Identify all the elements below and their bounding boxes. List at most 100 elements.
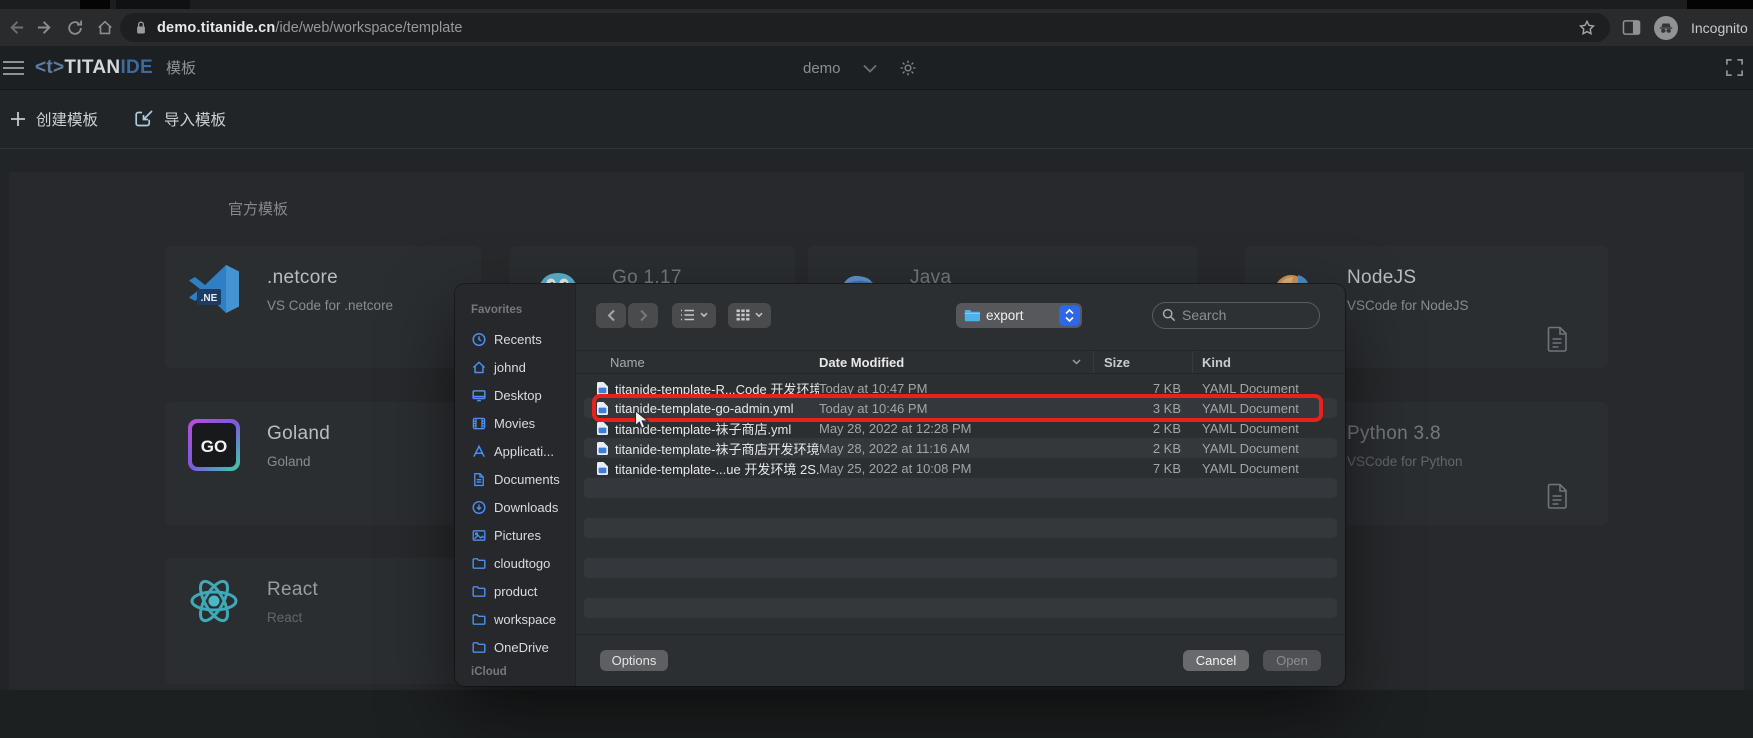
- sidebar-item-label: johnd: [494, 360, 526, 375]
- sidebar-item-downloads[interactable]: Downloads: [471, 493, 575, 521]
- home-icon: [471, 360, 487, 375]
- fullscreen-icon[interactable]: [1725, 58, 1744, 77]
- list-view-button[interactable]: [672, 303, 716, 328]
- titanide-logo[interactable]: <t>TITANIDE: [35, 57, 153, 79]
- card-title: Python 3.8: [1347, 423, 1463, 445]
- browser-toolbar: demo.titanide.cn/ide/web/workspace/templ…: [0, 9, 1753, 46]
- sidebar-item-label: product: [494, 584, 537, 599]
- react-icon: [185, 572, 243, 630]
- folder-icon: [471, 612, 487, 627]
- sidebar-item-label: Desktop: [494, 388, 542, 403]
- file-row[interactable]: titanide-template-袜子商店.yml May 28, 2022 …: [584, 418, 1337, 438]
- file-date: Today at 10:46 PM: [819, 401, 1094, 416]
- template-file-icon[interactable]: [1546, 483, 1570, 509]
- open-button[interactable]: Open: [1263, 650, 1321, 671]
- yaml-file-icon: [589, 421, 615, 436]
- column-date-modified[interactable]: Date Modified: [819, 351, 1094, 373]
- workspace-selector[interactable]: demo: [803, 60, 841, 77]
- sidebar-item-applications[interactable]: Applicati...: [471, 437, 575, 465]
- sidebar-item-desktop[interactable]: Desktop: [471, 381, 575, 409]
- sidebar-item-cloudtogo[interactable]: cloudtogo: [471, 549, 575, 577]
- favorites-label: Favorites: [471, 304, 575, 316]
- card-title: Goland: [267, 423, 330, 445]
- sidebar-item-product[interactable]: product: [471, 577, 575, 605]
- card-title: React: [267, 579, 318, 601]
- menu-icon[interactable]: [2, 58, 26, 78]
- sidebar-item-onedrive[interactable]: OneDrive: [471, 633, 575, 661]
- file-size: 2 KB: [1094, 441, 1193, 456]
- bookmark-star-icon[interactable]: [1578, 19, 1596, 37]
- column-kind[interactable]: Kind: [1193, 355, 1337, 370]
- logo-ide: IDE: [120, 57, 153, 79]
- template-card-goland[interactable]: GO Goland Goland: [165, 402, 481, 525]
- current-folder-dropdown[interactable]: export: [956, 303, 1082, 328]
- sidebar-item-label: Movies: [494, 416, 535, 431]
- folder-icon: [471, 640, 487, 655]
- incognito-avatar-icon[interactable]: [1654, 16, 1678, 40]
- file-row[interactable]: titanide-template-...ue 开发环境 2S.yml May …: [584, 458, 1337, 478]
- empty-row: [584, 498, 1337, 518]
- logo-bracket: <t>: [35, 57, 64, 79]
- sidebar-item-recents[interactable]: Recents: [471, 325, 575, 353]
- back-icon[interactable]: [0, 13, 30, 43]
- forward-chevron-button[interactable]: [628, 303, 658, 328]
- sidebar-item-movies[interactable]: Movies: [471, 409, 575, 437]
- browser-tab-fragment[interactable]: [80, 0, 110, 9]
- home-icon[interactable]: [90, 13, 120, 43]
- file-name: titanide-template-R...Code 开发环境.yml: [615, 379, 819, 398]
- search-icon: [1162, 308, 1176, 322]
- search-input[interactable]: [1182, 307, 1310, 323]
- file-size: 3 KB: [1094, 401, 1193, 416]
- current-folder-label: export: [986, 308, 1053, 323]
- file-row-go-admin[interactable]: titanide-template-go-admin.yml Today at …: [584, 398, 1337, 418]
- template-file-icon[interactable]: [1546, 326, 1570, 352]
- side-panel-icon[interactable]: [1622, 19, 1641, 36]
- file-kind: YAML Document: [1193, 401, 1337, 416]
- import-template-label: 导入模板: [164, 108, 226, 130]
- sidebar-item-label: Downloads: [494, 500, 558, 515]
- import-template-button[interactable]: 导入模板: [134, 108, 226, 130]
- logo-titan: TITAN: [64, 57, 120, 79]
- folder-icon: [471, 584, 487, 599]
- cancel-button[interactable]: Cancel: [1183, 650, 1249, 671]
- file-row[interactable]: titanide-template-袜子商店开发环境.yml May 28, 2…: [584, 438, 1337, 458]
- film-icon: [471, 416, 487, 431]
- search-field[interactable]: [1152, 302, 1320, 329]
- app-header: <t>TITANIDE 模板 demo: [0, 46, 1753, 90]
- file-row[interactable]: titanide-template-R...Code 开发环境.yml Toda…: [584, 378, 1337, 398]
- template-card-netcore[interactable]: .NE .netcore VS Code for .netcore: [165, 246, 481, 368]
- chevron-down-icon[interactable]: [863, 64, 877, 73]
- file-size: 7 KB: [1094, 461, 1193, 476]
- icloud-label: iCloud: [471, 666, 575, 678]
- options-button[interactable]: Options: [600, 650, 668, 671]
- sidebar-item-johnd[interactable]: johnd: [471, 353, 575, 381]
- dialog-sidebar: Favorites Recents johnd Desktop Movies A…: [455, 284, 576, 686]
- sidebar-item-documents[interactable]: Documents: [471, 465, 575, 493]
- browser-tab-fragment[interactable]: [116, 0, 190, 9]
- group-view-button[interactable]: [728, 303, 771, 328]
- file-list: titanide-template-R...Code 开发环境.yml Toda…: [576, 374, 1345, 634]
- create-template-button[interactable]: 创建模板: [10, 108, 98, 130]
- card-subtitle: Goland: [267, 454, 330, 470]
- svg-text:.NE: .NE: [201, 293, 218, 304]
- folder-stepper-icon: [1059, 305, 1080, 326]
- dialog-main: export Name Date Modified Size: [576, 284, 1345, 686]
- sidebar-item-workspace[interactable]: workspace: [471, 605, 575, 633]
- template-card-react[interactable]: React React: [165, 558, 481, 684]
- file-open-dialog: Favorites Recents johnd Desktop Movies A…: [455, 284, 1345, 686]
- sidebar-item-pictures[interactable]: Pictures: [471, 521, 575, 549]
- column-date-label: Date Modified: [819, 355, 904, 370]
- gear-icon[interactable]: [899, 59, 917, 77]
- create-template-label: 创建模板: [36, 108, 98, 130]
- card-title: NodeJS: [1347, 267, 1469, 289]
- empty-row: [584, 598, 1337, 618]
- back-chevron-button[interactable]: [596, 303, 626, 328]
- column-name[interactable]: Name: [584, 355, 819, 370]
- address-bar[interactable]: demo.titanide.cn/ide/web/workspace/templ…: [120, 13, 1610, 42]
- forward-icon[interactable]: [30, 13, 60, 43]
- column-size[interactable]: Size: [1094, 351, 1193, 373]
- file-kind: YAML Document: [1193, 421, 1337, 436]
- reload-icon[interactable]: [60, 13, 90, 43]
- file-name: titanide-template-...ue 开发环境 2S.yml: [615, 459, 819, 478]
- clock-icon: [471, 332, 487, 347]
